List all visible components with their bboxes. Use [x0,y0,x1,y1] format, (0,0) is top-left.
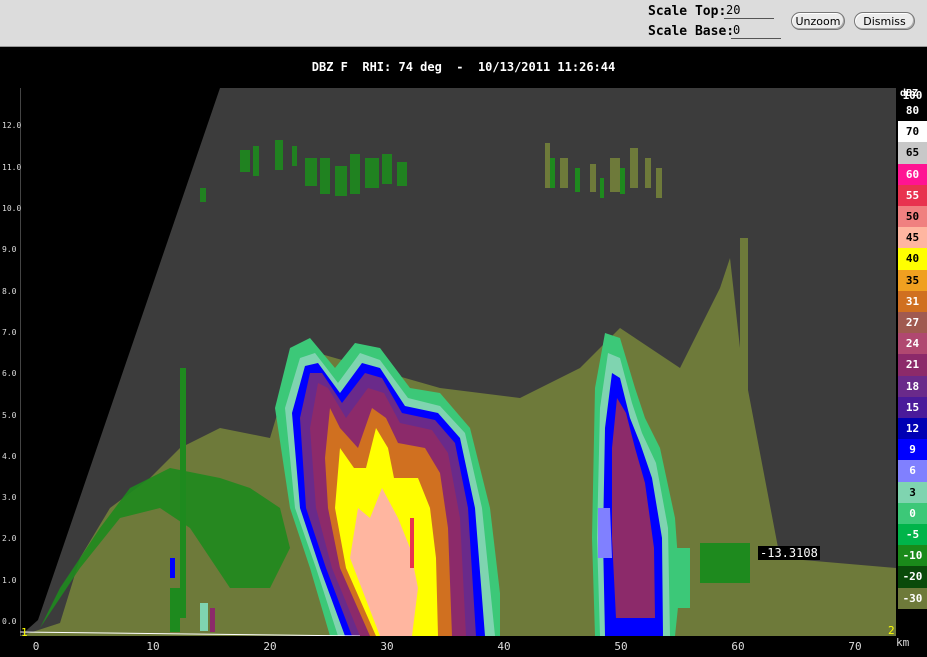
endpoint-label-left: 1 [21,626,28,639]
y-tick-label: 7.0 [2,327,17,337]
legend-swatch: -5 [898,524,927,546]
echo-right-violet [598,508,612,558]
x-tick-label: 70 [848,640,862,653]
y-tick-label: 4.0 [2,451,17,461]
legend-swatch: 50 [898,206,927,228]
y-tick-label: 3.0 [2,493,17,503]
legend-swatch: 6 [898,460,927,482]
legend-swatch: 80 [898,100,927,122]
y-tick-label: 10.0 [2,204,22,213]
x-tick-label: 60 [731,640,745,653]
cursor-value-readout: -13.3108 [758,546,820,560]
legend-swatch: 45 [898,227,927,249]
scale-top-input[interactable]: 20 [724,3,774,19]
scale-base-input[interactable]: 0 [731,23,781,39]
legend-swatch: -20 [898,566,927,588]
legend-swatch: 15 [898,396,927,418]
legend-swatch: 55 [898,184,927,206]
legend-swatch: 9 [898,439,927,461]
legend-swatch: 12 [898,418,927,440]
legend-swatch: 27 [898,312,927,334]
echo-core-red [410,518,414,568]
legend-swatch: 35 [898,269,927,291]
y-tick-label: 2.0 [2,534,17,544]
legend-swatch: 70 [898,121,927,143]
toolbar: Scale Top: 20 Scale Base: 0 Unzoom Dismi… [0,0,927,47]
x-tick-label: 10 [146,640,160,653]
scale-base-label: Scale Base: [648,24,735,39]
plot-title: DBZ F RHI: 74 deg - 10/13/2011 11:26:44 [311,60,616,74]
legend-swatch: 31 [898,290,927,312]
y-tick-label: 6.0 [2,369,17,379]
scale-top-label: Scale Top: [648,4,727,19]
legend-swatch: -30 [898,587,927,609]
legend-swatch: 3 [898,481,927,503]
y-tick-label: 11.0 [2,162,22,172]
x-tick-label: 30 [380,640,394,653]
legend-swatch: 60 [898,163,927,185]
y-tick-label: 8.0 [2,286,17,296]
x-tick-label: 40 [497,640,511,653]
unzoom-button[interactable]: Unzoom [791,12,845,30]
y-tick-label: 9.0 [2,245,17,255]
legend-swatch: 40 [898,248,927,270]
legend-swatch: 65 [898,142,927,164]
x-tick-label: 20 [263,640,277,653]
legend-swatch: 24 [898,333,927,355]
endpoint-label-right: 2 [888,624,895,637]
y-tick-label: 1.0 [2,575,17,585]
y-tick-label: 12.0 [2,121,22,131]
legend-swatch: 0 [898,502,927,524]
x-tick-label: 0 [32,640,40,653]
legend-swatch: 18 [898,375,927,397]
echo-tall-olive [740,238,748,568]
x-axis-units: km [896,636,910,649]
echo-spike [180,368,186,618]
x-tick-label: 50 [614,640,628,653]
legend-swatch: -10 [898,545,927,567]
legend-swatch: 21 [898,354,927,376]
dismiss-button[interactable]: Dismiss [854,12,915,30]
y-tick-label: 5.0 [2,410,17,420]
y-tick-label: 0.0 [2,617,17,626]
